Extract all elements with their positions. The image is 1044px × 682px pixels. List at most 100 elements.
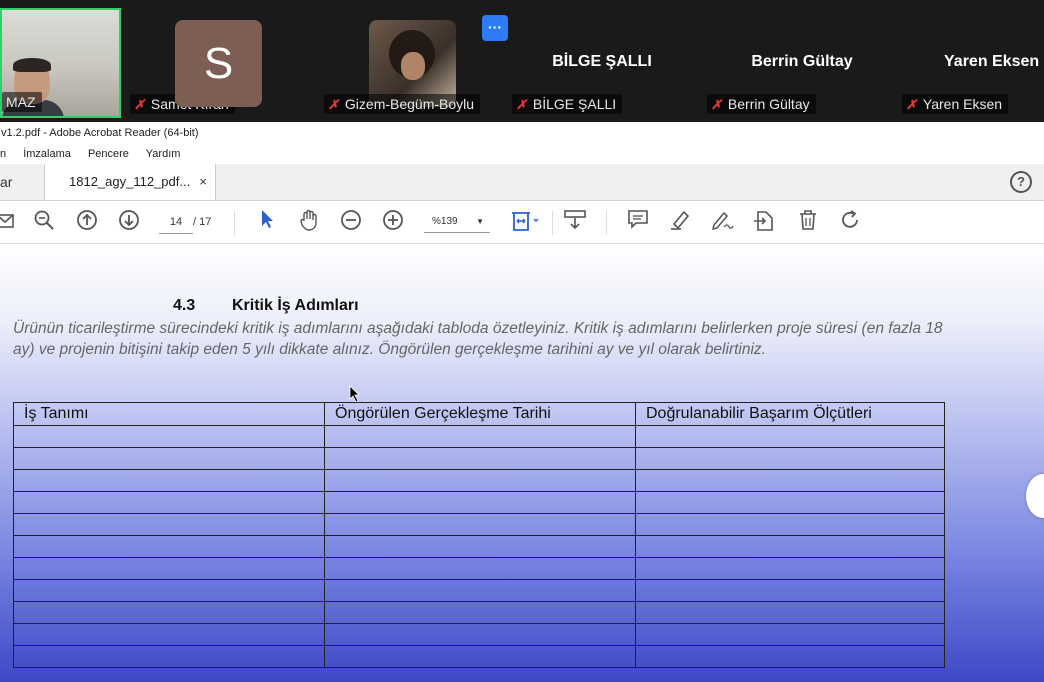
close-icon[interactable]: × [199, 164, 207, 200]
table-cell[interactable] [13, 425, 325, 448]
tab-document-label: 1812_agy_112_pdf... [69, 174, 191, 189]
participant-tile-yaren[interactable]: Yaren Eksen ✗ Yaren Eksen [902, 8, 1044, 118]
participant-tile-self[interactable]: MAZ [0, 8, 121, 118]
table-cell[interactable] [13, 557, 325, 580]
menu-item-yardim[interactable]: Yardım [146, 148, 181, 160]
page-total: / 17 [193, 216, 212, 228]
sign-icon[interactable] [709, 209, 735, 235]
table-cell[interactable] [635, 513, 945, 536]
page-down-icon[interactable] [116, 209, 142, 235]
table-cell[interactable] [635, 645, 945, 668]
table-row [13, 557, 945, 580]
scroll-mode-icon[interactable] [562, 209, 588, 235]
page-up-icon[interactable] [74, 209, 100, 235]
table-cell[interactable] [635, 447, 945, 470]
table-cell[interactable] [635, 579, 945, 602]
select-cursor-icon[interactable] [254, 209, 280, 235]
table-body [13, 425, 945, 668]
table-row [13, 425, 945, 448]
table-header: Doğrulanabilir Başarım Ölçütleri [635, 402, 945, 426]
tab-home[interactable]: ar [0, 164, 42, 200]
document-page[interactable]: 4.3 Kritik İş Adımları Ürünün ticarileşt… [0, 244, 1044, 682]
table-row [13, 601, 945, 624]
participant-display-name: Yaren Eksen [944, 53, 1040, 70]
scroll-handle[interactable] [1026, 474, 1044, 518]
participant-tile-bilge[interactable]: BİLGE ŞALLI ✗ BİLGE ŞALLI [512, 8, 702, 118]
avatar: S [175, 20, 262, 107]
zoom-value: %139 [432, 216, 458, 227]
participant-display-name: Berrin Gültay [751, 53, 853, 70]
tab-document[interactable]: 1812_agy_112_pdf... × [44, 164, 216, 200]
table-cell[interactable] [13, 601, 325, 624]
table-cell[interactable] [635, 557, 945, 580]
table-cell[interactable] [324, 645, 636, 668]
zoom-select[interactable]: %139 ▼ [424, 211, 490, 233]
table-cell[interactable] [324, 491, 636, 514]
participant-label: MAZ [2, 92, 42, 112]
delete-icon[interactable] [795, 209, 821, 235]
help-icon[interactable]: ? [1010, 171, 1032, 193]
table-cell[interactable] [324, 425, 636, 448]
participant-tile-gizem[interactable]: ✗ Gizem-Begüm-Boylu [324, 8, 514, 118]
table-cell[interactable] [324, 469, 636, 492]
table-cell[interactable] [13, 447, 325, 470]
menu-bar: n İmzalama Pencere Yardım [0, 144, 1044, 164]
table-cell[interactable] [13, 491, 325, 514]
zoom-out-magnifier-icon[interactable] [31, 209, 57, 235]
acrobat-window: v1.2.pdf - Adobe Acrobat Reader (64-bit)… [0, 122, 1044, 682]
stamp-icon[interactable] [751, 209, 777, 235]
table-cell[interactable] [635, 601, 945, 624]
muted-mic-icon: ✗ [516, 97, 527, 112]
table-cell[interactable] [635, 623, 945, 646]
table-cell[interactable] [324, 601, 636, 624]
participant-label: ✗ BİLGE ŞALLI [512, 94, 623, 114]
participant-name: Berrin Gültay [727, 96, 810, 112]
table-cell[interactable] [635, 425, 945, 448]
table-row [13, 535, 945, 558]
participant-label: ✗ Gizem-Begüm-Boylu [324, 94, 481, 114]
table-row [13, 645, 945, 668]
participant-strip: MAZ ✗Samet Kıran S ··· ✗Gizem-Begüm-Boyl… [0, 0, 1044, 122]
table-cell[interactable] [13, 623, 325, 646]
table-cell[interactable] [13, 513, 325, 536]
participant-tile-berrin[interactable]: Berrin Gültay ✗ Berrin Gültay [707, 8, 897, 118]
email-icon[interactable] [0, 209, 18, 235]
menu-item-pencere[interactable]: Pencere [88, 148, 129, 160]
highlight-icon[interactable] [667, 209, 693, 235]
table-cell[interactable] [324, 535, 636, 558]
table-cell[interactable] [13, 645, 325, 668]
muted-mic-icon: ✗ [134, 97, 145, 112]
fit-page-icon[interactable] [508, 209, 542, 235]
table-cell[interactable] [635, 469, 945, 492]
table-cell[interactable] [324, 513, 636, 536]
table-cell[interactable] [13, 579, 325, 602]
table-cell[interactable] [324, 557, 636, 580]
participant-name: Yaren Eksen [922, 96, 1003, 112]
table-cell[interactable] [324, 579, 636, 602]
menu-item[interactable]: n [0, 148, 6, 160]
table-cell[interactable] [13, 469, 325, 492]
critical-steps-table: İş Tanımı Öngörülen Gerçekleşme Tarihi D… [13, 402, 945, 668]
window-title: v1.2.pdf - Adobe Acrobat Reader (64-bit) [0, 122, 1044, 144]
table-row [13, 623, 945, 646]
zoom-in-icon[interactable] [380, 209, 406, 235]
toolbar-divider [552, 211, 553, 235]
participant-display-name: BİLGE ŞALLI [552, 53, 652, 70]
page-number-input[interactable]: 14 [159, 211, 193, 234]
table-cell[interactable] [635, 535, 945, 558]
zoom-out-icon[interactable] [338, 209, 364, 235]
chevron-down-icon: ▼ [476, 217, 484, 226]
toolbar-divider [234, 211, 235, 235]
table-row [13, 469, 945, 492]
comment-icon[interactable] [625, 209, 651, 235]
table-cell[interactable] [13, 535, 325, 558]
table-header: Öngörülen Gerçekleşme Tarihi [324, 402, 636, 426]
hand-icon[interactable] [296, 209, 322, 235]
rotate-icon[interactable] [837, 209, 863, 235]
menu-item-imzalama[interactable]: İmzalama [23, 148, 71, 160]
table-cell[interactable] [635, 491, 945, 514]
table-cell[interactable] [324, 623, 636, 646]
muted-mic-icon: ✗ [711, 97, 722, 112]
table-cell[interactable] [324, 447, 636, 470]
table-header: İş Tanımı [13, 402, 325, 426]
